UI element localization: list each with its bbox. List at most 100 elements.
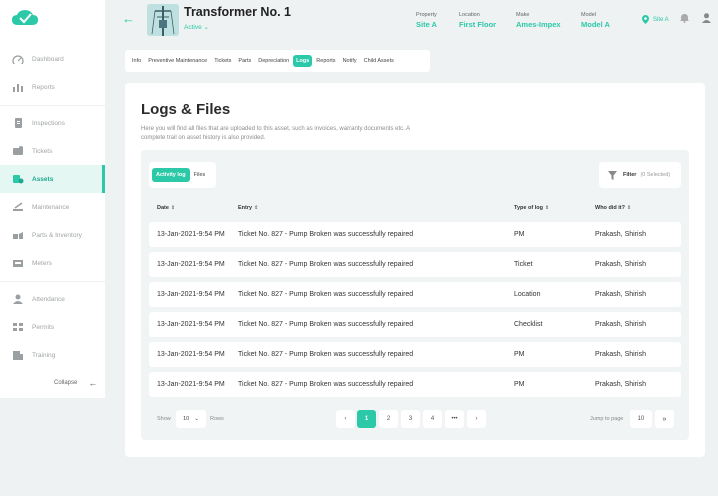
logo-icon [12, 10, 38, 25]
cell-date: 13-Jan-2021-9:54 PM [157, 231, 225, 238]
sidebar-item-label: Parts & Inventory [32, 231, 82, 239]
filter-icon [608, 170, 617, 180]
sort-icon: ⇕ [544, 205, 550, 211]
cell-who: Prakash, Shirish [595, 321, 646, 328]
sidebar-item-reports[interactable]: Reports [0, 73, 105, 101]
table-row[interactable]: 13-Jan-2021-9:54 PM Ticket No. 827 - Pum… [149, 312, 681, 337]
meta-property: Property Site A [416, 12, 437, 29]
jump-to-page-label: Jump to page [590, 416, 624, 422]
sidebar-item-assets[interactable]: Assets [0, 165, 105, 193]
sidebar-item-label: Meters [32, 259, 52, 267]
page-title: Logs & Files [141, 101, 231, 118]
cell-date: 13-Jan-2021-9:54 PM [157, 351, 225, 358]
cell-who: Prakash, Shirish [595, 261, 646, 268]
tab-depreciation[interactable]: Depreciation [255, 55, 292, 67]
user-icon[interactable] [702, 13, 711, 23]
cell-type: PM [514, 351, 525, 358]
asset-thumbnail [147, 4, 179, 36]
column-header-who[interactable]: Who did it? ⇕ [595, 205, 631, 211]
site-selector[interactable]: Site A [642, 15, 669, 24]
tab-tickets[interactable]: Tickets [211, 55, 234, 67]
tab-logs[interactable]: Logs [293, 55, 313, 67]
bell-icon[interactable] [680, 13, 689, 23]
asset-title: Transformer No. 1 [184, 5, 291, 19]
cell-entry: Ticket No. 827 - Pump Broken was success… [238, 351, 414, 358]
double-chevron-right-icon: » [662, 415, 667, 423]
rows-per-page-select[interactable]: 10 ⌄ [176, 410, 206, 428]
sidebar-item-label: Permits [32, 323, 55, 331]
tab-parts[interactable]: Parts [235, 55, 254, 67]
sidebar-item-label: Assets [32, 175, 54, 183]
table-row[interactable]: 13-Jan-2021-9:54 PM Ticket No. 827 - Pum… [149, 342, 681, 367]
cell-type: PM [514, 381, 525, 388]
cell-date: 13-Jan-2021-9:54 PM [157, 291, 225, 298]
table-row[interactable]: 13-Jan-2021-9:54 PM Ticket No. 827 - Pum… [149, 372, 681, 397]
sidebar-item-dashboard[interactable]: Dashboard [0, 45, 105, 73]
cell-type: PM [514, 231, 525, 238]
tickets-icon [13, 146, 23, 155]
transformer-image-icon [147, 4, 179, 36]
training-icon [13, 351, 23, 360]
cell-who: Prakash, Shirish [595, 231, 646, 238]
back-arrow-icon[interactable]: ← [122, 11, 135, 26]
prev-page-button[interactable]: ‹ [336, 410, 355, 428]
cell-type: Location [514, 291, 541, 298]
sidebar-item-label: Reports [32, 83, 55, 91]
sidebar-item-tickets[interactable]: Tickets [0, 137, 105, 165]
page-button-3[interactable]: 3 [401, 410, 420, 428]
tab-info[interactable]: Info [129, 55, 144, 67]
view-toggle: Activity log Files [149, 162, 216, 188]
page-button-1[interactable]: 1 [357, 410, 376, 428]
cell-type: Checklist [514, 321, 543, 328]
status-dropdown[interactable]: Active ⌄ [184, 23, 209, 31]
meta-make: Make Ames-Impex [516, 12, 561, 29]
jump-to-page-input[interactable]: 10 [630, 410, 652, 428]
show-label: Show [157, 416, 171, 422]
cell-entry: Ticket No. 827 - Pump Broken was success… [238, 291, 414, 298]
sidebar-item-training[interactable]: Training [0, 341, 105, 369]
column-header-type[interactable]: Type of log ⇕ [514, 205, 549, 211]
sidebar: Dashboard Reports Inspections Tickets As… [0, 0, 105, 398]
location-pin-icon [642, 15, 649, 24]
tab-reports[interactable]: Reports [313, 55, 338, 67]
sidebar-item-label: Tickets [32, 147, 53, 155]
cell-who: Prakash, Shirish [595, 291, 646, 298]
files-toggle[interactable]: Files [190, 168, 210, 182]
reports-icon [13, 84, 23, 92]
maintenance-icon [13, 202, 23, 211]
sidebar-item-parts[interactable]: Parts & Inventory [0, 221, 105, 249]
table-row[interactable]: 13-Jan-2021-9:54 PM Ticket No. 827 - Pum… [149, 222, 681, 247]
tab-notify[interactable]: Notify [340, 55, 360, 67]
chevron-down-icon: ⌄ [194, 416, 199, 422]
next-page-button[interactable]: › [467, 410, 486, 428]
sidebar-item-label: Training [32, 351, 56, 359]
filter-button[interactable]: Filter (0 Selected) [599, 162, 681, 188]
page-ellipsis[interactable]: ••• [445, 410, 464, 428]
sidebar-item-label: Inspections [32, 119, 65, 127]
column-header-date[interactable]: Date ⇕ [157, 205, 175, 211]
sidebar-item-meters[interactable]: Meters [0, 249, 105, 277]
column-header-entry[interactable]: Entry ⇕ [238, 205, 258, 211]
sidebar-item-maintenance[interactable]: Maintenance [0, 193, 105, 221]
parts-icon [13, 232, 23, 239]
meta-model: Model Model A [581, 12, 610, 29]
cell-date: 13-Jan-2021-9:54 PM [157, 321, 225, 328]
cell-entry: Ticket No. 827 - Pump Broken was success… [238, 231, 414, 238]
sidebar-item-attendance[interactable]: Attendance [0, 285, 105, 313]
table-row[interactable]: 13-Jan-2021-9:54 PM Ticket No. 827 - Pum… [149, 282, 681, 307]
cell-type: Ticket [514, 261, 533, 268]
activity-log-toggle[interactable]: Activity log [152, 168, 190, 182]
page-button-2[interactable]: 2 [379, 410, 398, 428]
cell-date: 13-Jan-2021-9:54 PM [157, 261, 225, 268]
asset-tabs: Info Preventive Maintenance Tickets Part… [125, 50, 430, 72]
rows-label: Rows [210, 416, 224, 422]
jump-go-button[interactable]: » [655, 410, 674, 428]
sidebar-item-permits[interactable]: Permits [0, 313, 105, 341]
assets-icon [13, 175, 24, 184]
page-button-4[interactable]: 4 [423, 410, 442, 428]
sidebar-item-inspections[interactable]: Inspections [0, 109, 105, 137]
tab-child-assets[interactable]: Child Assets [361, 55, 397, 67]
table-row[interactable]: 13-Jan-2021-9:54 PM Ticket No. 827 - Pum… [149, 252, 681, 277]
collapse-button[interactable]: Collapse ← [54, 378, 97, 388]
tab-preventive-maintenance[interactable]: Preventive Maintenance [145, 55, 210, 67]
